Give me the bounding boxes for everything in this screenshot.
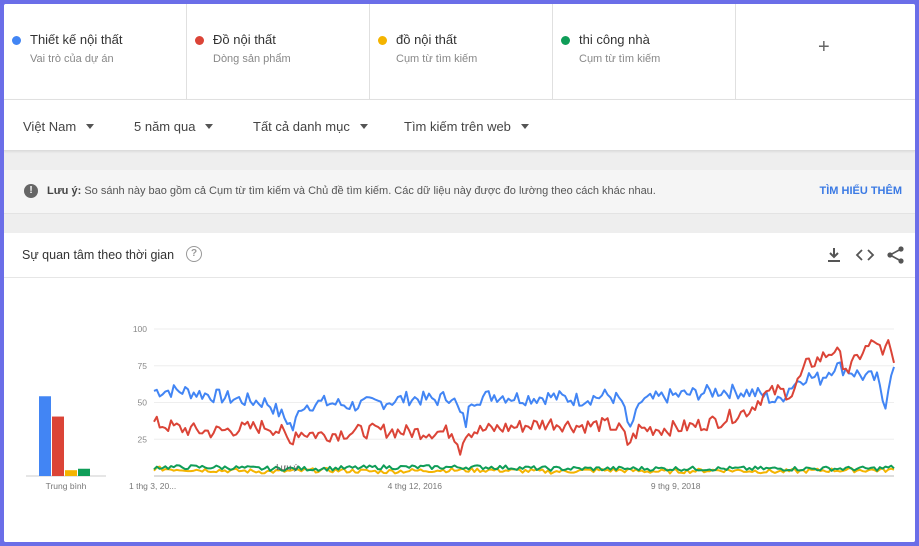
term-color-dot (12, 36, 21, 45)
filter-bar: Việt Nam 5 năm qua Tất cả danh mục Tìm k… (4, 99, 915, 151)
chart-annotation: Lưu ý (276, 462, 299, 472)
x-tick-label: 1 thg 3, 20... (129, 481, 176, 491)
bar-axis-label: Trung bình (46, 481, 87, 491)
term-color-dot (561, 36, 570, 45)
caret-down-icon (86, 124, 95, 129)
term-card-1[interactable]: Thiết kế nội thất Vai trò của dự án (4, 4, 187, 99)
search-type-value: Tìm kiếm trên web (404, 119, 511, 134)
region-value: Việt Nam (23, 119, 77, 134)
average-bar (65, 470, 77, 476)
caret-down-icon (359, 124, 368, 129)
term-card-4[interactable]: thi công nhà Cụm từ tìm kiếm (553, 4, 736, 99)
average-bar (78, 468, 90, 476)
term-name: Đồ nội thất (213, 32, 276, 47)
chart-area: Trung bình 25 50 75 100 1 thg 3, 20... 4 thg 1… (26, 324, 895, 491)
y-tick-label: 75 (138, 361, 148, 371)
note-banner: ! Lưu ý: So sánh này bao gồm cả Cụm từ t… (4, 170, 915, 214)
term-color-dot (195, 36, 204, 45)
series-line (153, 361, 895, 432)
term-type: Dòng sản phẩm (213, 53, 291, 65)
add-term-button[interactable]: + (736, 4, 915, 99)
average-bar (39, 396, 51, 476)
category-dropdown[interactable]: Tất cả danh mục (253, 119, 368, 134)
x-tick-label: 9 thg 9, 2018 (651, 481, 701, 491)
term-type: Vai trò của dự án (30, 53, 114, 65)
search-type-dropdown[interactable]: Tìm kiếm trên web (404, 119, 529, 134)
caret-down-icon (205, 124, 214, 129)
term-type: Cụm từ tìm kiếm (579, 53, 661, 65)
interest-over-time-card: Sự quan tâm theo thời gian ? Trung bình 2… (4, 233, 915, 542)
x-tick-label: 4 thg 12, 2016 (388, 481, 443, 491)
info-icon: ! (24, 184, 38, 198)
note-label: Lưu ý: (47, 185, 82, 197)
term-type: Cụm từ tìm kiếm (396, 53, 478, 65)
term-name: Thiết kế nội thất (30, 32, 123, 47)
term-card-2[interactable]: Đồ nội thất Dòng sản phẩm (187, 4, 370, 99)
region-dropdown[interactable]: Việt Nam (23, 119, 95, 134)
caret-down-icon (520, 124, 529, 129)
learn-more-link[interactable]: TÌM HIỂU THÊM (820, 185, 903, 197)
y-tick-label: 25 (138, 434, 148, 444)
average-bar (52, 416, 64, 476)
y-tick-label: 100 (133, 324, 147, 334)
note-text: Lưu ý: So sánh này bao gồm cả Cụm từ tìm… (47, 185, 656, 197)
category-value: Tất cả danh mục (253, 119, 350, 134)
period-dropdown[interactable]: 5 năm qua (134, 119, 214, 134)
note-body: So sánh này bao gồm cả Cụm từ tìm kiếm v… (84, 185, 656, 197)
period-value: 5 năm qua (134, 119, 196, 134)
term-card-3[interactable]: đồ nội thất Cụm từ tìm kiếm (370, 4, 553, 99)
trends-page: Thiết kế nội thất Vai trò của dự án Đồ n… (4, 4, 915, 542)
y-tick-label: 50 (138, 398, 148, 408)
term-name: đồ nội thất (396, 32, 457, 47)
term-color-dot (378, 36, 387, 45)
compare-terms-bar: Thiết kế nội thất Vai trò của dự án Đồ n… (4, 4, 915, 99)
plus-icon: + (818, 36, 830, 58)
term-name: thi công nhà (579, 32, 650, 47)
